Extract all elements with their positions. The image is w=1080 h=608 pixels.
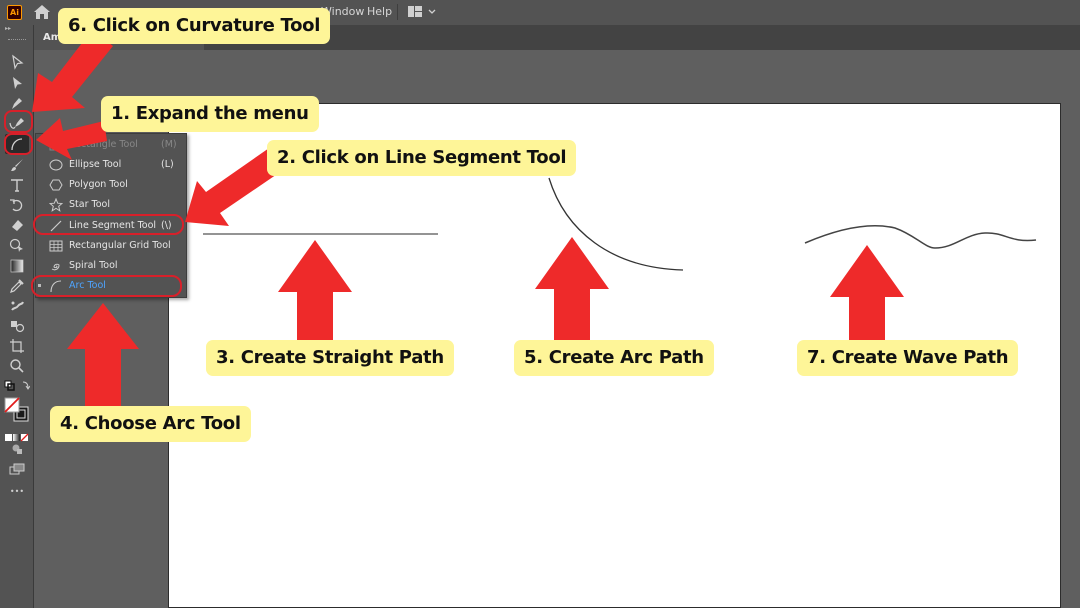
menu-separator [397,4,398,20]
magnifier-icon [10,359,24,373]
gradient-tool[interactable] [5,256,29,276]
swap-fill-stroke-icon [4,380,31,391]
callout-step3: 3. Create Straight Path [206,340,454,376]
edit-toolbar-button[interactable]: ••• [0,487,34,496]
direct-selection-arrow-icon [13,77,22,89]
flyout-item-rectangular-grid[interactable]: Rectangular Grid Tool [36,236,186,256]
flyout-label: Spiral Tool [69,260,118,271]
flyout-label: Rectangular Grid Tool [69,240,171,251]
curvature-tool-highlight [4,110,33,133]
arc-tool-highlight [4,133,33,155]
rotate-tool[interactable] [5,195,29,215]
flyout-label: Star Tool [69,199,110,210]
arc-tool-item-highlight [31,275,182,297]
ellipse-icon [49,159,63,171]
callout-step1: 1. Expand the menu [101,96,319,132]
callout-step6: 6. Click on Curvature Tool [58,8,331,44]
flyout-item-polygon[interactable]: Polygon Tool [36,175,186,195]
blend-icon [11,321,25,333]
screen-mode-button[interactable] [5,459,29,479]
spiral-icon [51,263,60,271]
callout-step5: 5. Create Arc Path [514,340,714,376]
flyout-item-spiral[interactable]: Spiral Tool [36,256,186,276]
collapse-panel-icon[interactable]: ▸▸ [0,25,34,33]
type-tool[interactable] [5,175,29,195]
flyout-item-ellipse[interactable]: Ellipse Tool (L) [36,155,186,175]
shape-builder-tool[interactable] [5,235,29,255]
flyout-item-rectangle[interactable]: Rectangle Tool (M) [36,135,186,155]
color-mode-buttons[interactable] [5,427,29,442]
callout-step2: 2. Click on Line Segment Tool [267,140,577,176]
screen-mode-icon [9,463,25,475]
puppet-warp-icon [11,301,24,311]
app-logo: Ai [7,5,22,20]
paintbrush-icon [11,159,23,171]
rectangle-icon [49,139,63,151]
selection-tool[interactable] [5,52,29,72]
gradient-icon [10,259,24,273]
workspace-switcher-icon[interactable] [408,6,438,18]
grid-icon [49,240,63,252]
flyout-shortcut: (L) [161,159,174,170]
artboard-icon [10,339,24,353]
pen-icon [12,98,22,109]
fill-stroke-swatches[interactable] [4,397,30,423]
eyedropper-tool[interactable] [5,276,29,296]
direct-selection-tool[interactable] [5,73,29,93]
puppet-warp-tool[interactable] [5,296,29,316]
callout-step4: 4. Choose Arc Tool [50,406,251,442]
home-icon[interactable] [33,4,51,20]
flyout-label: Ellipse Tool [69,159,122,170]
eraser-tool[interactable] [5,215,29,235]
menu-help[interactable]: Help [367,5,392,18]
type-t-icon [11,179,23,192]
draw-mode-icon [12,444,22,454]
zoom-tool[interactable] [5,356,29,376]
illustrator-window: Ai Window Help Am ▸▸ ••• Rectangle Tool … [0,0,1080,608]
eyedropper-icon [10,279,24,293]
draw-mode-button[interactable] [5,439,29,459]
selection-arrow-icon [12,54,24,70]
artboard-tool[interactable] [5,336,29,356]
polygon-icon [49,179,63,191]
flyout-label: Polygon Tool [69,179,128,190]
blend-tool[interactable] [5,316,29,336]
flyout-item-star[interactable]: Star Tool [36,195,186,215]
flyout-label: Rectangle Tool [69,139,138,150]
callout-step7: 7. Create Wave Path [797,340,1019,376]
eraser-icon [12,220,23,231]
default-fill-stroke[interactable] [4,379,31,393]
panel-grip[interactable] [8,39,26,42]
line-segment-highlight [33,214,184,235]
rotate-icon [10,199,23,212]
fill-none-icon [4,397,29,422]
shape-builder-icon [9,238,23,252]
flyout-shortcut: (M) [161,139,177,150]
star-icon [49,198,63,212]
paintbrush-tool[interactable] [5,155,29,175]
